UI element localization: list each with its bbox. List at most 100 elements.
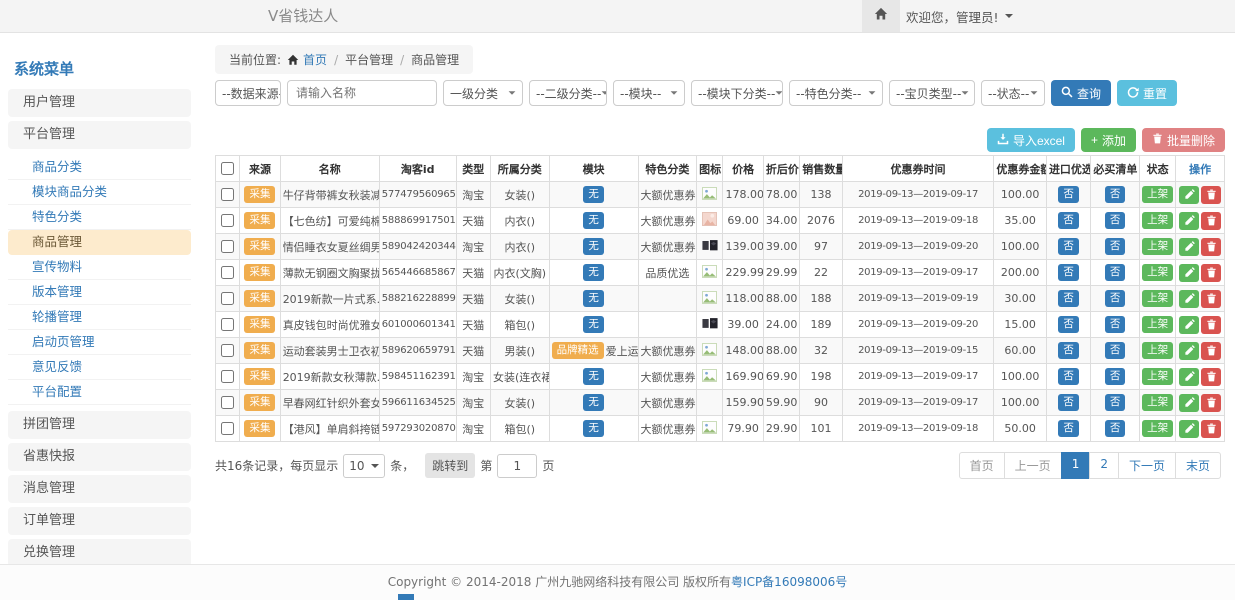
filter-select-feature-category[interactable]: --特色分类-- (789, 80, 883, 106)
imported-badge[interactable]: 否 (1058, 368, 1079, 384)
filter-input-name-search[interactable] (288, 86, 436, 100)
reset-button[interactable]: 重置 (1117, 80, 1177, 106)
imported-badge[interactable]: 否 (1058, 290, 1079, 306)
edit-button[interactable] (1179, 264, 1199, 282)
filter-select-item-type[interactable]: --宝贝类型-- (889, 80, 975, 106)
delete-button[interactable] (1201, 264, 1221, 282)
add-button[interactable]: + 添加 (1081, 128, 1136, 152)
edit-button[interactable] (1179, 238, 1199, 256)
sidebar-item-feedback[interactable]: 意见反馈 (8, 355, 191, 380)
imported-badge[interactable]: 否 (1058, 238, 1079, 254)
status-badge[interactable]: 上架 (1142, 238, 1173, 254)
sidebar-item-promo-materials[interactable]: 宣传物料 (8, 255, 191, 280)
delete-button[interactable] (1201, 238, 1221, 256)
row-checkbox[interactable] (221, 370, 234, 383)
status-badge[interactable]: 上架 (1142, 394, 1173, 410)
sidebar-item-splash-page-management[interactable]: 启动页管理 (8, 330, 191, 355)
row-checkbox[interactable] (221, 240, 234, 253)
imported-badge[interactable]: 否 (1058, 420, 1079, 436)
row-checkbox[interactable] (221, 188, 234, 201)
edit-button[interactable] (1179, 420, 1199, 438)
status-badge[interactable]: 上架 (1142, 264, 1173, 280)
filter-select-category-level1[interactable]: 一级分类 (443, 80, 523, 106)
imported-badge[interactable]: 否 (1058, 186, 1079, 202)
sidebar-item-version-management[interactable]: 版本管理 (8, 280, 191, 305)
jump-page-input[interactable] (497, 454, 537, 478)
home-button[interactable] (862, 0, 900, 32)
delete-button[interactable] (1201, 212, 1221, 230)
row-checkbox[interactable] (221, 214, 234, 227)
delete-button[interactable] (1201, 342, 1221, 360)
status-badge[interactable]: 上架 (1142, 186, 1173, 202)
edit-button[interactable] (1179, 186, 1199, 204)
sidebar-section-group-buy-management[interactable]: 拼团管理 (8, 411, 191, 439)
user-menu[interactable]: 欢迎您，管理员! (906, 0, 1013, 32)
imported-badge[interactable]: 否 (1058, 394, 1079, 410)
filter-select-category-level2[interactable]: --二级分类-- (529, 80, 607, 106)
sidebar-item-carousel-management[interactable]: 轮播管理 (8, 305, 191, 330)
sidebar-item-platform-config[interactable]: 平台配置 (8, 380, 191, 405)
sidebar-section-platform-management[interactable]: 平台管理 (8, 121, 191, 149)
imported-badge[interactable]: 否 (1058, 316, 1079, 332)
sidebar-item-goods-management[interactable]: 商品管理 (8, 230, 191, 255)
sidebar-item-feature-category[interactable]: 特色分类 (8, 205, 191, 230)
imported-badge[interactable]: 否 (1058, 212, 1079, 228)
row-checkbox[interactable] (221, 318, 234, 331)
sidebar-section-message-management[interactable]: 消息管理 (8, 475, 191, 503)
breadcrumb-home-link[interactable]: 首页 (303, 51, 327, 68)
batch-delete-button[interactable]: 批量删除 (1142, 128, 1225, 152)
delete-button[interactable] (1201, 186, 1221, 204)
must-buy-badge[interactable]: 否 (1105, 368, 1126, 384)
sidebar-section-order-management[interactable]: 订单管理 (8, 507, 191, 535)
edit-button[interactable] (1179, 368, 1199, 386)
status-badge[interactable]: 上架 (1142, 368, 1173, 384)
icp-link[interactable]: 粤ICP备16098006号 (731, 575, 847, 589)
import-excel-button[interactable]: 导入excel (987, 128, 1075, 152)
must-buy-badge[interactable]: 否 (1105, 342, 1126, 358)
row-checkbox[interactable] (221, 422, 234, 435)
page-button-下一页[interactable]: 下一页 (1118, 452, 1176, 479)
jump-button[interactable]: 跳转到 (425, 453, 475, 478)
edit-button[interactable] (1179, 212, 1199, 230)
sidebar-item-goods-category[interactable]: 商品分类 (8, 155, 191, 180)
imported-badge[interactable]: 否 (1058, 264, 1079, 280)
edit-button[interactable] (1179, 342, 1199, 360)
must-buy-badge[interactable]: 否 (1105, 264, 1126, 280)
page-button-2[interactable]: 2 (1089, 452, 1119, 479)
must-buy-badge[interactable]: 否 (1105, 394, 1126, 410)
edit-button[interactable] (1179, 394, 1199, 412)
must-buy-badge[interactable]: 否 (1105, 420, 1126, 436)
sidebar-section-savings-express[interactable]: 省惠快报 (8, 443, 191, 471)
per-page-select[interactable]: 10 (343, 454, 385, 478)
sidebar-section-user-management[interactable]: 用户管理 (8, 89, 191, 117)
filter-select-data-source[interactable]: --数据来源-- (215, 80, 281, 106)
page-button-末页[interactable]: 末页 (1175, 452, 1221, 479)
select-all-checkbox[interactable] (221, 162, 234, 175)
edit-button[interactable] (1179, 290, 1199, 308)
row-checkbox[interactable] (221, 292, 234, 305)
status-badge[interactable]: 上架 (1142, 342, 1173, 358)
must-buy-badge[interactable]: 否 (1105, 186, 1126, 202)
delete-button[interactable] (1201, 420, 1221, 438)
filter-select-module-subcategory[interactable]: --模块下分类-- (691, 80, 783, 106)
filter-select-status[interactable]: --状态-- (981, 80, 1045, 106)
status-badge[interactable]: 上架 (1142, 212, 1173, 228)
delete-button[interactable] (1201, 316, 1221, 334)
must-buy-badge[interactable]: 否 (1105, 212, 1126, 228)
filter-select-module[interactable]: --模块-- (613, 80, 685, 106)
page-button-1[interactable]: 1 (1061, 452, 1091, 479)
delete-button[interactable] (1201, 394, 1221, 412)
sidebar-section-exchange-management[interactable]: 兑换管理 (8, 539, 191, 567)
must-buy-badge[interactable]: 否 (1105, 238, 1126, 254)
search-button[interactable]: 查询 (1051, 80, 1111, 106)
imported-badge[interactable]: 否 (1058, 342, 1079, 358)
row-checkbox[interactable] (221, 396, 234, 409)
status-badge[interactable]: 上架 (1142, 316, 1173, 332)
status-badge[interactable]: 上架 (1142, 290, 1173, 306)
edit-button[interactable] (1179, 316, 1199, 334)
delete-button[interactable] (1201, 290, 1221, 308)
must-buy-badge[interactable]: 否 (1105, 316, 1126, 332)
sidebar-item-module-goods-category[interactable]: 模块商品分类 (8, 180, 191, 205)
status-badge[interactable]: 上架 (1142, 420, 1173, 436)
row-checkbox[interactable] (221, 344, 234, 357)
